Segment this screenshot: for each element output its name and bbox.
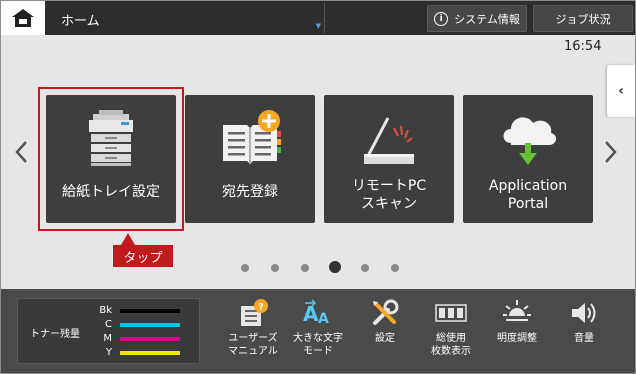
dropdown-marker-icon: ▼ bbox=[315, 22, 321, 30]
toner-row-m: M bbox=[82, 333, 194, 346]
toner-row-bk: Bk bbox=[82, 305, 194, 318]
volume-icon bbox=[572, 303, 596, 323]
tile-label-line-2: Portal bbox=[507, 196, 549, 212]
total-count-button[interactable]: 総使用 枚数表示 bbox=[421, 297, 481, 367]
svg-text:?: ? bbox=[258, 302, 264, 313]
tile-address-registration[interactable]: 宛先登録 宛先登録 bbox=[185, 95, 315, 223]
svg-text:A: A bbox=[303, 302, 319, 326]
tile-label-line-1: Application bbox=[488, 178, 568, 194]
highlight-frame bbox=[38, 87, 184, 231]
top-bar: ホーム ▼ i システム情報 ジョブ状況 bbox=[1, 1, 635, 35]
tile-remote-pc-scan[interactable]: リモートPC スキャン bbox=[324, 95, 454, 223]
next-page-arrow[interactable] bbox=[604, 140, 618, 170]
cloud-download-icon bbox=[503, 117, 557, 165]
button-label-line: ユーザーズ bbox=[228, 333, 278, 344]
home-icon bbox=[12, 9, 34, 27]
tile-label: Application Portal bbox=[463, 177, 593, 213]
button-label-line: 音量 bbox=[574, 333, 594, 344]
job-status-label: ジョブ状況 bbox=[555, 12, 611, 26]
page-dot[interactable] bbox=[271, 264, 279, 272]
page-dot[interactable] bbox=[361, 264, 369, 272]
button-label-line: 枚数表示 bbox=[431, 346, 471, 357]
volume-button[interactable]: 音量 bbox=[554, 297, 614, 367]
home-main-area: 16:54 ‹ 給紙トレイ設定 宛先登録 リモートPC スキャン Applica… bbox=[1, 35, 635, 289]
button-label-line: 大きな文字 bbox=[293, 333, 343, 344]
tile-application-portal[interactable]: Application Portal bbox=[463, 95, 593, 223]
bottom-bar: トナー残量 Bk C M Y ? ユーザーズ マニュアル A A 大きな文字 モ… bbox=[1, 289, 635, 373]
page-dot[interactable] bbox=[391, 264, 399, 272]
settings-button[interactable]: 設定 bbox=[355, 297, 415, 367]
chevron-left-icon: ‹ bbox=[618, 83, 624, 99]
large-text-icon: A A bbox=[303, 299, 329, 327]
job-status-button[interactable]: ジョブ状況 bbox=[533, 5, 633, 32]
scanner-icon bbox=[364, 117, 414, 164]
toner-bar bbox=[120, 323, 180, 327]
settings-tools-icon bbox=[373, 299, 399, 325]
toner-bar bbox=[120, 309, 180, 313]
manual-icon: ? bbox=[241, 299, 268, 326]
toner-label: トナー残量 bbox=[30, 329, 80, 340]
brightness-button[interactable]: 明度調整 bbox=[487, 297, 547, 367]
counter-icon bbox=[435, 304, 467, 322]
page-dot[interactable] bbox=[241, 264, 249, 272]
toner-color-name: M bbox=[103, 333, 112, 344]
button-label-line: マニュアル bbox=[228, 346, 278, 357]
address-book-add-icon bbox=[223, 110, 281, 164]
system-info-button[interactable]: i システム情報 bbox=[427, 5, 527, 32]
button-label-line: 設定 bbox=[375, 333, 395, 344]
tile-label-line-1: リモートPC bbox=[351, 178, 427, 194]
side-panel-tab[interactable]: ‹ bbox=[607, 65, 635, 117]
toner-bar bbox=[120, 337, 180, 341]
chevron-left-icon bbox=[15, 141, 27, 163]
users-manual-button[interactable]: ? ユーザーズ マニュアル bbox=[223, 297, 283, 367]
toner-row-y: Y bbox=[82, 347, 194, 360]
brightness-icon bbox=[503, 300, 531, 321]
toner-bar bbox=[120, 351, 180, 355]
page-dot-active[interactable] bbox=[329, 261, 341, 273]
page-dot[interactable] bbox=[301, 264, 309, 272]
screen-title-area: ホーム ▼ bbox=[47, 3, 325, 33]
svg-text:A: A bbox=[318, 311, 329, 327]
screen-title: ホーム bbox=[61, 14, 100, 29]
clock: 16:54 bbox=[564, 39, 602, 54]
system-info-label: システム情報 bbox=[454, 12, 520, 26]
tile-label: 宛先登録 bbox=[222, 184, 278, 200]
chevron-right-icon bbox=[605, 141, 617, 163]
button-label-line: モード bbox=[303, 346, 333, 357]
prev-page-arrow[interactable] bbox=[14, 140, 28, 170]
info-icon: i bbox=[434, 11, 449, 26]
toner-row-c: C bbox=[82, 319, 194, 332]
button-label-line: 総使用 bbox=[436, 333, 466, 344]
toner-level-panel[interactable]: トナー残量 Bk C M Y bbox=[17, 298, 200, 364]
callout-pointer bbox=[121, 233, 135, 245]
toner-color-name: C bbox=[105, 319, 112, 330]
tile-label: リモートPC スキャン bbox=[324, 177, 454, 213]
large-text-mode-button[interactable]: A A 大きな文字 モード bbox=[288, 297, 348, 367]
toner-color-name: Y bbox=[105, 347, 112, 358]
tile-label-line-2: スキャン bbox=[361, 196, 417, 212]
page-indicator bbox=[1, 261, 635, 273]
toner-color-name: Bk bbox=[99, 305, 112, 316]
button-label-line: 明度調整 bbox=[497, 333, 537, 344]
home-button[interactable] bbox=[1, 1, 45, 35]
screen-frame: ホーム ▼ i システム情報 ジョブ状況 16:54 ‹ 給紙トレイ設定 宛先登… bbox=[0, 0, 636, 374]
